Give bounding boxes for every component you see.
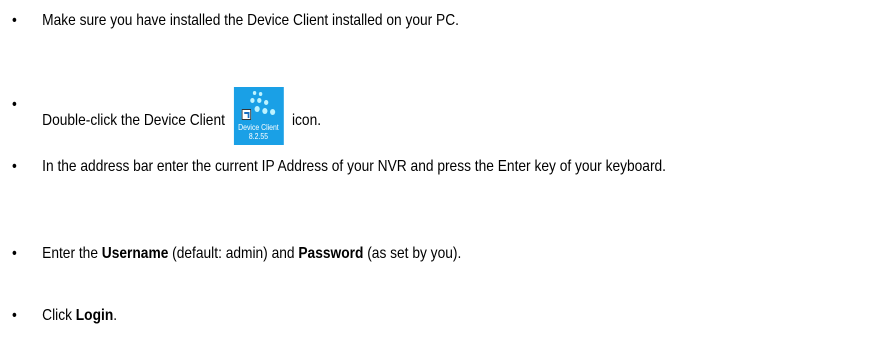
bullet: • [12, 158, 17, 175]
item-text: Enter the Username (default: admin) and … [42, 241, 842, 267]
icon-dot [261, 108, 268, 114]
item-text-after: icon. [291, 112, 322, 130]
item-text-before: Click [42, 307, 76, 324]
item-text-before: Enter the [42, 245, 102, 262]
item-text: Make sure you have installed the Device … [42, 12, 459, 29]
icon-dot [263, 100, 268, 105]
icon-dot [269, 109, 275, 115]
device-client-app-icon: Device Client 8.2.55 [233, 87, 284, 145]
shortcut-arrow-icon [241, 109, 251, 120]
item-text-after: . [113, 307, 118, 324]
icon-dot [256, 98, 262, 103]
bullet: • [12, 245, 17, 262]
item-text: Double-click the Device Client Device Cli… [42, 87, 842, 150]
instruction-list: • Make sure you have installed the Devic… [0, 0, 875, 339]
username-term: Username [101, 245, 169, 262]
bullet: • [12, 12, 17, 29]
icon-version: 8.2.55 [248, 132, 269, 141]
password-term: Password [298, 245, 364, 262]
item-text: Click Login. [42, 303, 842, 329]
item-text-middle: (default: admin) and [168, 245, 299, 262]
item-text: In the address bar enter the current IP … [42, 158, 667, 175]
icon-dot [249, 98, 255, 103]
icon-dot [258, 92, 262, 96]
item-text-before: Double-click the Device Client [42, 112, 225, 130]
icon-label: Device Client [238, 123, 279, 132]
bullet: • [12, 307, 17, 324]
bullet: • [12, 96, 17, 113]
icon-dot [254, 106, 260, 112]
item-text-after: (as set by you). [363, 245, 462, 262]
icon-dot [252, 91, 256, 95]
login-term: Login [75, 307, 114, 324]
